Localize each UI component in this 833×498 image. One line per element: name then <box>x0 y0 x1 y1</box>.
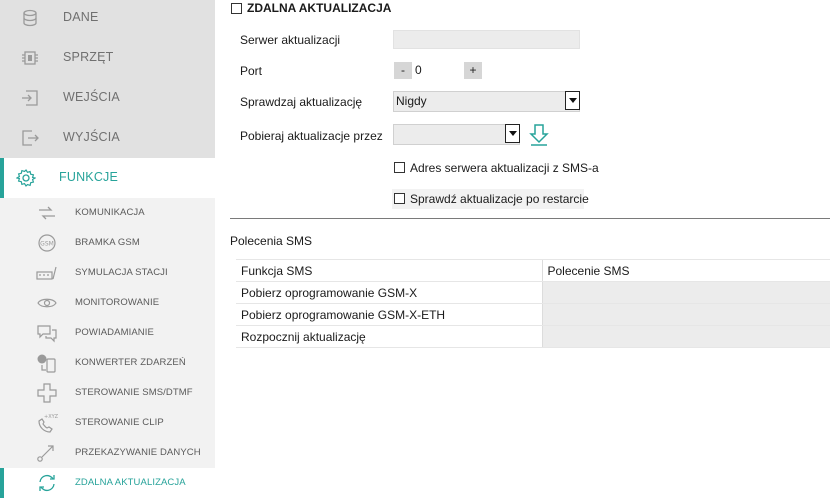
sidebar-subitem-powiadamianie[interactable]: POWIADAMIANIE <box>0 318 215 348</box>
table-row: Pobierz oprogramowanie GSM-X-ETH <box>236 303 830 326</box>
table-row: Pobierz oprogramowanie GSM-X <box>236 281 830 304</box>
section-title: ZDALNA AKTUALIZACJA <box>247 1 392 15</box>
sidebar-subitem-komunikacja[interactable]: KOMUNIKACJA <box>0 198 215 228</box>
database-icon <box>23 9 37 27</box>
sms-address-checkbox[interactable] <box>394 162 405 173</box>
communication-icon <box>39 206 55 220</box>
restart-check-label: Sprawdź aktualizacje po restarcie <box>410 192 589 206</box>
sms-command-input[interactable] <box>541 325 830 348</box>
sms-commands-heading: Polecenia SMS <box>230 234 313 248</box>
port-increment-button[interactable]: + <box>464 62 482 79</box>
event-converter-icon <box>37 354 56 373</box>
column-header-function: Funkcja SMS <box>236 259 542 282</box>
sidebar-subitem-przekazywanie-danych[interactable]: PRZEKAZYWANIE DANYCH <box>0 438 215 468</box>
refresh-icon <box>39 474 55 492</box>
server-label: Serwer aktualizacji <box>240 33 341 47</box>
gsm-gateway-icon: GSM <box>38 234 56 252</box>
output-icon <box>22 130 39 146</box>
sms-control-icon <box>37 383 57 403</box>
sidebar-subitem-label: PRZEKAZYWANIE DANYCH <box>75 447 201 458</box>
table-header-row: Funkcja SMS Polecenie SMS <box>236 259 830 282</box>
gear-icon <box>16 169 36 187</box>
data-forward-icon <box>37 445 54 462</box>
sms-function-cell: Pobierz oprogramowanie GSM-X <box>236 281 542 304</box>
sidebar-subitem-bramka-gsm[interactable]: GSM BRAMKA GSM <box>0 228 215 258</box>
sidebar-submenu: KOMUNIKACJA GSM BRAMKA GSM SYMULACJA STA… <box>0 198 215 498</box>
sidebar-item-dane[interactable]: DANE <box>0 0 215 38</box>
download-via-label: Pobieraj aktualizacje przez <box>240 129 383 143</box>
port-decrement-button[interactable]: - <box>394 62 412 79</box>
sms-command-input[interactable] <box>541 303 830 326</box>
sms-command-input[interactable] <box>541 281 830 304</box>
server-input[interactable] <box>393 30 580 49</box>
sidebar-item-label: FUNKCJE <box>59 170 119 184</box>
chevron-down-icon[interactable] <box>505 124 520 143</box>
notification-icon <box>37 325 57 343</box>
sidebar-subitem-monitorowanie[interactable]: MONITOROWANIE <box>0 288 215 318</box>
sidebar-subitem-konwerter-zdarzen[interactable]: KONWERTER ZDARZEŃ <box>0 348 215 378</box>
sidebar-item-funkcje[interactable]: FUNKCJE <box>0 158 215 198</box>
sidebar-subitem-zdalna-aktualizacja[interactable]: ZDALNA AKTUALIZACJA <box>0 468 215 498</box>
sidebar-subitem-symulacja-stacji[interactable]: SYMULACJA STACJI <box>0 258 215 288</box>
sidebar-item-label: WYJŚCIA <box>63 130 120 144</box>
eye-icon <box>37 298 57 308</box>
sidebar-subitem-sterowanie-sms-dtmf[interactable]: STEROWANIE SMS/DTMF <box>0 378 215 408</box>
remote-update-checkbox[interactable] <box>231 3 242 14</box>
port-label: Port <box>240 64 263 78</box>
sidebar-subitem-label: STEROWANIE CLIP <box>75 417 164 428</box>
divider <box>230 218 830 219</box>
sidebar-item-wyjscia[interactable]: WYJŚCIA <box>0 118 215 158</box>
restart-check-checkbox[interactable] <box>394 193 405 204</box>
sidebar-subitem-label: MONITOROWANIE <box>75 297 160 308</box>
input-icon <box>22 90 38 106</box>
sidebar: DANE SPRZĘT WEJŚCIA WYJŚCIA FUNKCJE KOMU… <box>0 0 215 498</box>
svg-text:GSM: GSM <box>40 241 54 248</box>
check-update-label: Sprawdzaj aktualizację <box>240 95 363 109</box>
sidebar-subitem-label: BRAMKA GSM <box>75 237 140 248</box>
sidebar-subitem-sterowanie-clip[interactable]: +XYZ STEROWANIE CLIP <box>0 408 215 438</box>
sidebar-item-wejscia[interactable]: WEJŚCIA <box>0 78 215 118</box>
sms-function-cell: Pobierz oprogramowanie GSM-X-ETH <box>236 303 542 326</box>
table-row: Rozpocznij aktualizację <box>236 325 830 348</box>
sidebar-subitem-label: ZDALNA AKTUALIZACJA <box>75 477 186 488</box>
check-update-select[interactable]: Nigdy <box>393 91 580 112</box>
sidebar-item-sprzet[interactable]: SPRZĘT <box>0 38 215 78</box>
download-via-select[interactable] <box>393 124 520 145</box>
clip-control-icon: +XYZ <box>38 414 58 433</box>
sidebar-subitem-label: STEROWANIE SMS/DTMF <box>75 387 193 398</box>
port-input[interactable]: 0 <box>412 62 464 79</box>
chip-icon <box>22 51 38 65</box>
sidebar-item-label: WEJŚCIA <box>63 90 120 104</box>
sidebar-subitem-label: KOMUNIKACJA <box>75 207 145 218</box>
download-arrow-icon[interactable] <box>528 123 550 147</box>
sms-commands-table: Funkcja SMS Polecenie SMS Pobierz oprogr… <box>236 259 830 348</box>
sidebar-item-label: SPRZĘT <box>63 50 114 64</box>
column-header-command: Polecenie SMS <box>541 259 830 282</box>
station-simulation-icon <box>36 266 57 280</box>
sidebar-subitem-label: SYMULACJA STACJI <box>75 267 168 278</box>
sms-address-label: Adres serwera aktualizacji z SMS-a <box>410 161 599 175</box>
sms-function-cell: Rozpocznij aktualizację <box>236 325 542 348</box>
sidebar-subitem-label: POWIADAMIANIE <box>75 327 154 338</box>
chevron-down-icon[interactable] <box>565 91 580 110</box>
sidebar-item-label: DANE <box>63 10 99 24</box>
sidebar-subitem-label: KONWERTER ZDARZEŃ <box>75 357 186 368</box>
svg-text:+XYZ: +XYZ <box>44 414 58 420</box>
